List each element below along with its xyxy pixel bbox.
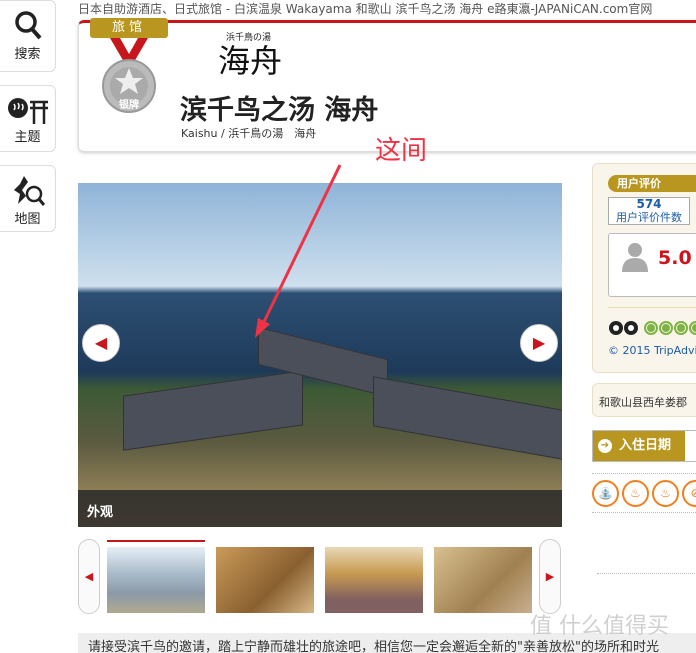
tripadvisor-rating-icon — [608, 318, 696, 338]
sidebar-item-theme[interactable]: 主题 — [0, 85, 56, 152]
sidebar-item-search[interactable]: 搜索 — [0, 0, 56, 72]
thumbnail[interactable] — [107, 547, 205, 613]
onsen-icon: ♨ — [652, 480, 679, 507]
bath-icon: ♨ — [622, 480, 649, 507]
tripadvisor-copyright[interactable]: © 2015 TripAdvisor — [608, 344, 696, 357]
thumbnail[interactable] — [325, 547, 423, 613]
family-bath-icon: ⛲ — [592, 480, 619, 507]
annotation-arrow — [250, 160, 350, 340]
annotation-text: 这间 — [375, 130, 427, 167]
arrow-right-icon: ➔ — [598, 439, 612, 453]
watermark: 值 什么值得买 — [530, 608, 669, 640]
sidebar-item-label: 地图 — [14, 212, 40, 227]
photo-caption: 外观 — [78, 490, 562, 527]
onsen-icon — [6, 94, 50, 124]
hotel-subname: Kaishu / 浜千鳥の湯 海舟 — [181, 125, 316, 141]
sidebar-item-label: 搜索 — [14, 47, 40, 62]
hotel-name: 滨千鸟之汤 海舟 — [180, 88, 378, 127]
no-smoking-icon: ⊘ — [682, 480, 696, 507]
review-count-value: 574 — [636, 197, 661, 211]
sidebar-item-map[interactable]: 地图 — [0, 165, 56, 232]
address: 和歌山县西牟娄郡 — [592, 383, 696, 417]
map-icon — [10, 174, 46, 206]
thumbnail[interactable] — [216, 547, 314, 613]
search-icon — [13, 9, 43, 41]
review-count[interactable]: 574用户评价件数 — [608, 197, 690, 225]
thumbnail[interactable] — [434, 547, 532, 613]
reviews-label: 用户评价 — [608, 175, 696, 192]
category-badge: 旅馆 — [90, 18, 168, 38]
prev-photo-button[interactable]: ◀ — [82, 324, 120, 362]
checkin-label: 入住日期 — [619, 438, 671, 453]
hotel-logo: 浜千鳥の湯 海舟 — [218, 30, 298, 92]
thumb-prev-button[interactable]: ◀ — [78, 539, 100, 614]
thumb-next-button[interactable]: ▶ — [539, 539, 561, 614]
next-photo-button[interactable]: ▶ — [520, 324, 558, 362]
svg-text:银牌: 银牌 — [119, 98, 139, 111]
sidebar-item-label: 主题 — [14, 130, 40, 145]
review-score: 5.0 — [658, 247, 692, 269]
user-avatar-icon — [622, 242, 648, 272]
silver-medal-icon: 银牌 — [98, 38, 160, 114]
review-count-label: 用户评价件数 — [616, 211, 682, 224]
page-title: 日本自助游酒店、日式旅馆 - 白滨温泉 Wakayama 和歌山 滨千鸟之汤 海… — [78, 0, 652, 17]
checkin-date-field[interactable]: ➔ 入住日期 — [592, 430, 696, 462]
